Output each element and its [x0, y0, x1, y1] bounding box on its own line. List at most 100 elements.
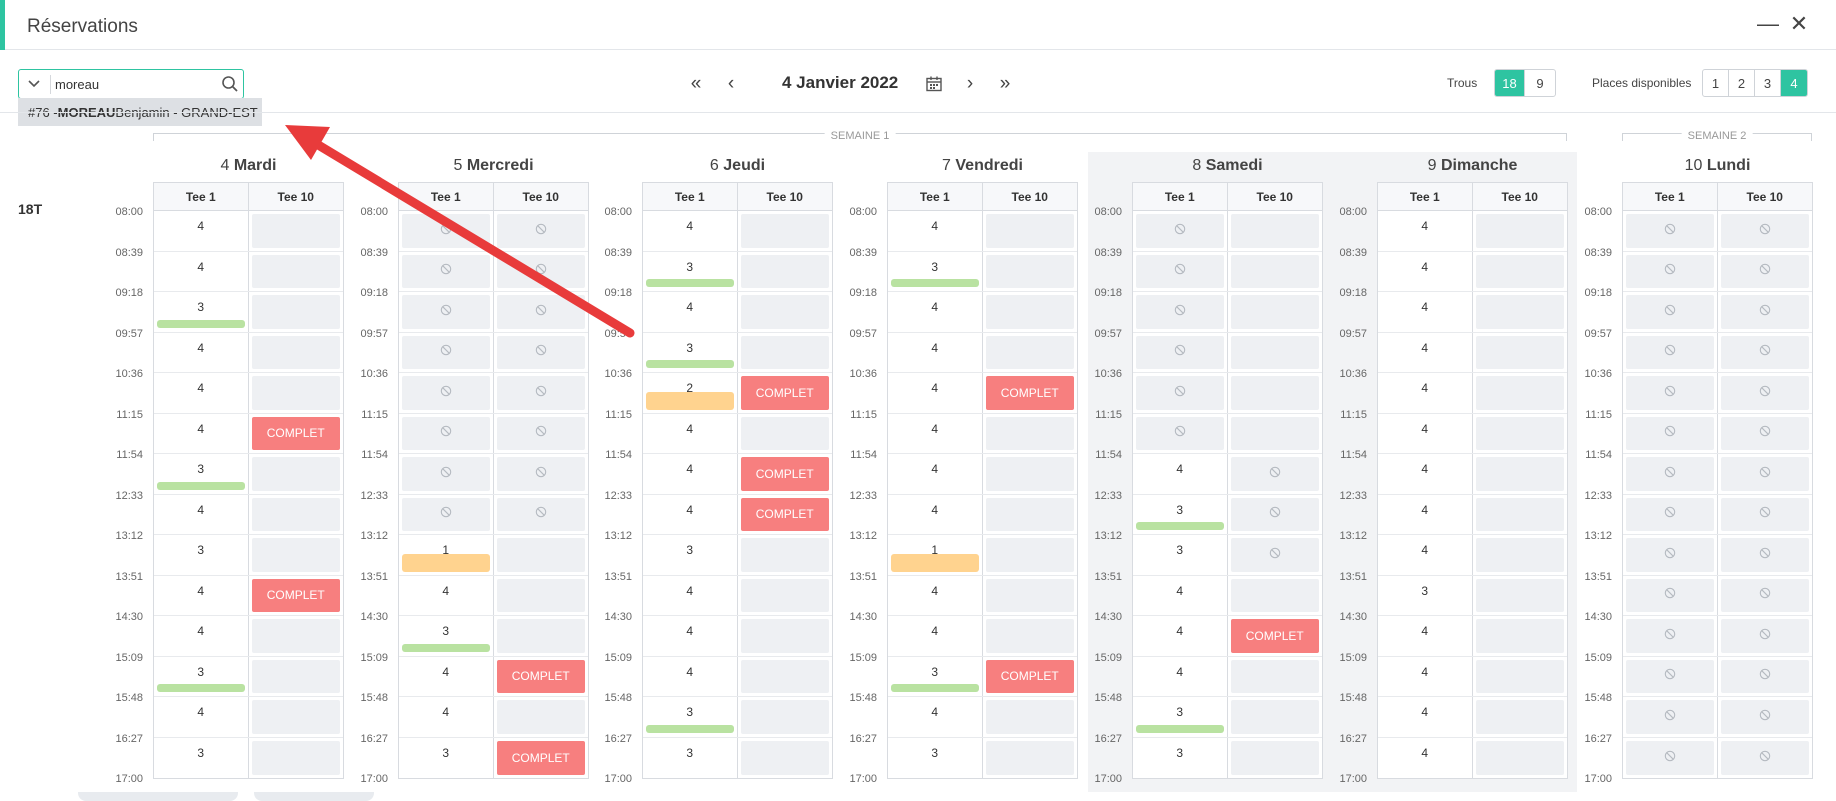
- empty-slot[interactable]: [496, 619, 585, 653]
- empty-slot[interactable]: [1230, 659, 1319, 693]
- empty-slot[interactable]: [985, 295, 1074, 329]
- empty-slot[interactable]: [251, 619, 340, 653]
- available-places[interactable]: 3: [154, 665, 248, 679]
- full-slot[interactable]: COMPLET: [740, 376, 829, 410]
- full-slot[interactable]: COMPLET: [496, 740, 585, 775]
- available-places[interactable]: 4: [643, 300, 737, 314]
- partial-booking-bar[interactable]: [1136, 522, 1224, 530]
- bottom-tab[interactable]: [78, 792, 238, 801]
- empty-slot[interactable]: [1230, 700, 1319, 734]
- empty-slot[interactable]: [1475, 376, 1564, 410]
- available-places[interactable]: 4: [154, 341, 248, 355]
- full-slot[interactable]: COMPLET: [985, 659, 1074, 693]
- available-places[interactable]: 4: [643, 503, 737, 517]
- empty-slot[interactable]: [740, 295, 829, 329]
- available-places[interactable]: 4: [888, 584, 982, 598]
- full-slot[interactable]: COMPLET: [740, 457, 829, 491]
- partial-booking-bar[interactable]: [646, 391, 734, 410]
- empty-slot[interactable]: [251, 376, 340, 410]
- partial-booking-bar[interactable]: [891, 279, 979, 287]
- empty-slot[interactable]: [985, 740, 1074, 775]
- empty-slot[interactable]: [740, 659, 829, 693]
- available-places[interactable]: 3: [154, 462, 248, 476]
- full-slot[interactable]: COMPLET: [985, 376, 1074, 410]
- partial-booking-bar[interactable]: [157, 684, 245, 692]
- available-places[interactable]: 4: [888, 219, 982, 233]
- available-places[interactable]: 4: [154, 705, 248, 719]
- available-places[interactable]: 4: [888, 624, 982, 638]
- empty-slot[interactable]: [1475, 416, 1564, 450]
- empty-slot[interactable]: [740, 619, 829, 653]
- available-places[interactable]: 3: [643, 341, 737, 355]
- available-places[interactable]: 4: [399, 665, 493, 679]
- calendar-icon[interactable]: [925, 75, 943, 93]
- available-places[interactable]: 4: [154, 503, 248, 517]
- available-places[interactable]: 4: [1378, 746, 1472, 760]
- full-slot[interactable]: COMPLET: [740, 497, 829, 531]
- available-places[interactable]: 4: [1378, 341, 1472, 355]
- partial-booking-bar[interactable]: [646, 279, 734, 287]
- available-places[interactable]: 3: [888, 665, 982, 679]
- available-places[interactable]: 4: [888, 300, 982, 314]
- empty-slot[interactable]: [1475, 619, 1564, 653]
- empty-slot[interactable]: [985, 700, 1074, 734]
- partial-booking-bar[interactable]: [157, 319, 245, 328]
- empty-slot[interactable]: [251, 659, 340, 693]
- empty-slot[interactable]: [740, 700, 829, 734]
- empty-slot[interactable]: [1475, 538, 1564, 572]
- empty-slot[interactable]: [1475, 740, 1564, 775]
- available-places[interactable]: 3: [1133, 705, 1227, 719]
- empty-slot[interactable]: [1475, 254, 1564, 288]
- full-slot[interactable]: COMPLET: [1230, 619, 1319, 653]
- empty-slot[interactable]: [1230, 295, 1319, 329]
- empty-slot[interactable]: [740, 335, 829, 369]
- available-places[interactable]: 4: [888, 381, 982, 395]
- empty-slot[interactable]: [251, 214, 340, 248]
- bottom-tab[interactable]: [254, 792, 374, 801]
- available-places[interactable]: 4: [154, 219, 248, 233]
- available-places[interactable]: 4: [1378, 665, 1472, 679]
- available-places[interactable]: 3: [888, 746, 982, 760]
- empty-slot[interactable]: [1475, 578, 1564, 612]
- empty-slot[interactable]: [740, 578, 829, 612]
- empty-slot[interactable]: [985, 457, 1074, 491]
- available-places[interactable]: 4: [888, 341, 982, 355]
- empty-slot[interactable]: [496, 700, 585, 734]
- available-places[interactable]: 4: [1378, 705, 1472, 719]
- partial-booking-bar[interactable]: [1136, 724, 1224, 733]
- available-places[interactable]: 4: [154, 624, 248, 638]
- empty-slot[interactable]: [1475, 335, 1564, 369]
- empty-slot[interactable]: [251, 538, 340, 572]
- available-places[interactable]: 4: [1133, 584, 1227, 598]
- partial-booking-bar[interactable]: [402, 553, 490, 572]
- available-places[interactable]: 4: [888, 462, 982, 476]
- available-places[interactable]: 4: [888, 503, 982, 517]
- empty-slot[interactable]: [1475, 457, 1564, 491]
- empty-slot[interactable]: [251, 740, 340, 775]
- empty-slot[interactable]: [740, 740, 829, 775]
- places-option-2[interactable]: 2: [1729, 70, 1755, 96]
- empty-slot[interactable]: [1475, 700, 1564, 734]
- empty-slot[interactable]: [740, 416, 829, 450]
- available-places[interactable]: 4: [1378, 219, 1472, 233]
- partial-booking-bar[interactable]: [157, 481, 245, 490]
- partial-booking-bar[interactable]: [891, 684, 979, 692]
- available-places[interactable]: 3: [154, 543, 248, 557]
- available-places[interactable]: 4: [1378, 543, 1472, 557]
- available-places[interactable]: 3: [643, 746, 737, 760]
- available-places[interactable]: 3: [643, 705, 737, 719]
- chevron-down-icon[interactable]: [23, 74, 45, 94]
- partial-booking-bar[interactable]: [646, 724, 734, 733]
- empty-slot[interactable]: [985, 497, 1074, 531]
- available-places[interactable]: 4: [1378, 381, 1472, 395]
- empty-slot[interactable]: [985, 538, 1074, 572]
- close-button[interactable]: ✕: [1785, 10, 1813, 38]
- available-places[interactable]: 4: [643, 584, 737, 598]
- available-places[interactable]: 4: [154, 422, 248, 436]
- empty-slot[interactable]: [251, 700, 340, 734]
- search-icon[interactable]: [221, 75, 239, 93]
- available-places[interactable]: 3: [1133, 503, 1227, 517]
- available-places[interactable]: 4: [643, 665, 737, 679]
- available-places[interactable]: 4: [643, 219, 737, 233]
- empty-slot[interactable]: [985, 578, 1074, 612]
